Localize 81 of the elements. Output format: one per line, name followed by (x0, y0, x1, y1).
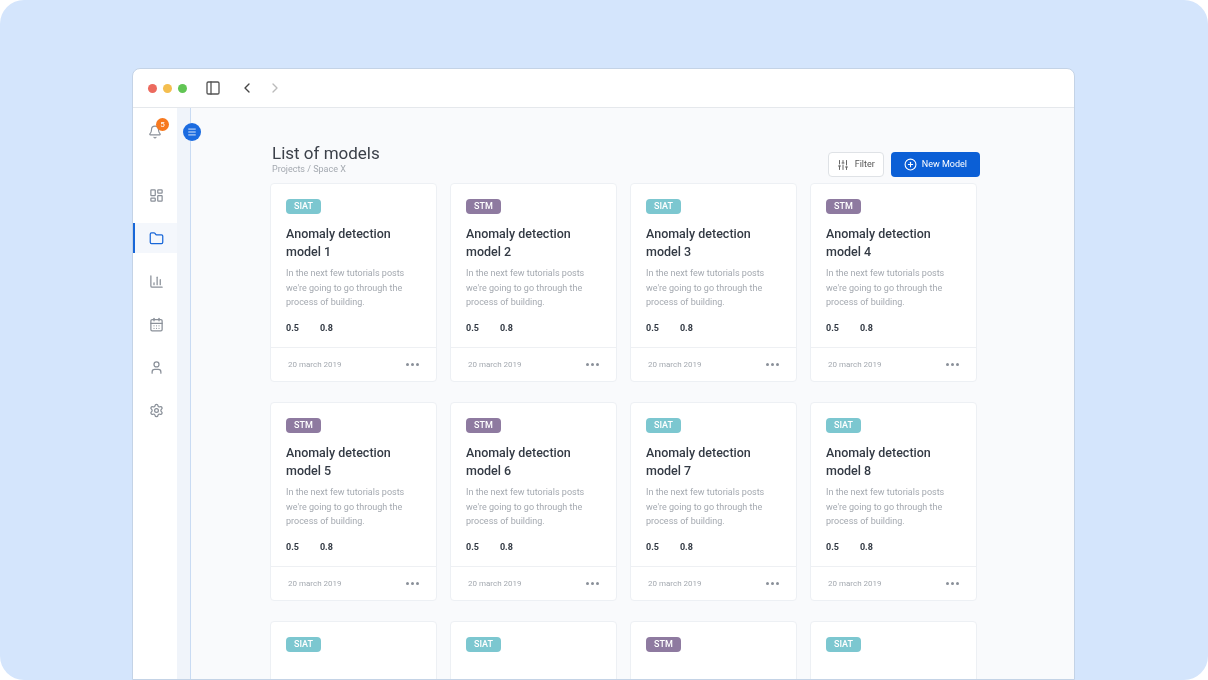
metric-value: 0.5 (646, 321, 659, 335)
card-date: 20 march 2019 (288, 358, 342, 371)
filter-button[interactable]: Filter (827, 152, 884, 177)
model-description: In the next few tutorials posts we're going to go through the process of building. (286, 486, 406, 528)
sidebar-toggle-icon[interactable] (205, 80, 221, 96)
menu-button[interactable] (183, 123, 201, 141)
model-title: Anomaly detection model 8 (826, 444, 932, 480)
metric-value: 0.8 (319, 321, 333, 335)
model-card[interactable]: STM Anomaly detection model 2 In the next few tutorials posts we're going to go through the process of building. 0.5 0.8 20 march 2019 (450, 183, 617, 382)
model-description: In the next few tutorials posts we're going to go through the process of building. (826, 486, 946, 528)
model-title: Anomaly detection model 6 (466, 444, 572, 480)
maximize-window-button[interactable] (178, 83, 187, 93)
model-tag: STM (826, 199, 861, 214)
dashboard-icon (148, 187, 164, 203)
notification-count: 5 (156, 118, 169, 131)
model-tag: SIAT (826, 637, 861, 652)
card-date: 20 march 2019 (828, 577, 882, 590)
model-title: Anomaly detection model 5 (286, 444, 392, 480)
model-title: Anomaly detection model 2 (466, 225, 572, 261)
new-model-button[interactable]: New Model (890, 152, 980, 177)
model-description: In the next few tutorials posts we're going to go through the process of building. (286, 267, 406, 309)
minimize-window-button[interactable] (163, 83, 172, 93)
model-tag: SIAT (466, 637, 501, 652)
sliders-icon (836, 158, 849, 171)
card-date: 20 march 2019 (468, 577, 522, 590)
model-tag: STM (646, 637, 681, 652)
plus-circle-icon (903, 158, 917, 171)
model-description: In the next few tutorials posts we're going to go through the process of building. (466, 486, 586, 528)
page-title: List of models (272, 143, 380, 163)
metric-value: 0.8 (499, 540, 513, 554)
metric-value: 0.5 (286, 540, 299, 554)
metric-value: 0.5 (646, 540, 659, 554)
metric-value: 0.8 (679, 321, 693, 335)
metric-value: 0.8 (499, 321, 513, 335)
metric-value: 0.8 (679, 540, 693, 554)
model-description: In the next few tutorials posts we're going to go through the process of building. (646, 267, 766, 309)
model-tag: SIAT (646, 418, 681, 433)
folder-icon (148, 230, 164, 246)
model-title: Anomaly detection model 7 (646, 444, 752, 480)
model-description: In the next few tutorials posts we're going to go through the process of building. (466, 267, 586, 309)
model-card[interactable]: STM Anomaly detection model 4 In the next few tutorials posts we're going to go through the process of building. 0.5 0.8 20 march 2019 (810, 183, 977, 382)
model-card[interactable]: STM Anomaly detection model 5 In the next few tutorials posts we're going to go through the process of building. 0.5 0.8 20 march 2019 (270, 402, 437, 601)
sidebar-item[interactable] (133, 223, 177, 253)
card-date: 20 march 2019 (648, 358, 702, 371)
model-card[interactable]: STM Anomaly detection model 6 In the next few tutorials posts we're going to go through the process of building. 0.5 0.8 20 march 2019 (450, 402, 617, 601)
model-tag: SIAT (286, 637, 321, 652)
model-card[interactable]: SIAT Anomaly detection model 3 In the next few tutorials posts we're going to go through the process of building. 0.5 0.8 20 march 2019 (630, 183, 797, 382)
model-card[interactable]: SIAT Anomaly detection model 8 In the next few tutorials posts we're going to go through the process of building. 0.5 0.8 20 march 2019 (810, 402, 977, 601)
card-date: 20 march 2019 (828, 358, 882, 371)
metric-value: 0.8 (859, 540, 873, 554)
card-date: 20 march 2019 (648, 577, 702, 590)
settings-icon (148, 402, 164, 418)
bell-icon (148, 125, 162, 139)
model-card[interactable]: STM (630, 621, 797, 679)
model-tag: STM (466, 418, 501, 433)
model-tag: SIAT (286, 199, 321, 214)
card-date: 20 march 2019 (468, 358, 522, 371)
model-title: Anomaly detection model 3 (646, 225, 752, 261)
metric-value: 0.5 (826, 540, 839, 554)
menu-icon (187, 127, 197, 137)
model-tag: STM (286, 418, 321, 433)
model-tag: SIAT (826, 418, 861, 433)
metric-value: 0.5 (466, 540, 479, 554)
metric-value: 0.5 (826, 321, 839, 335)
user-icon (148, 359, 164, 375)
card-date: 20 march 2019 (288, 577, 342, 590)
metric-value: 0.8 (859, 321, 873, 335)
model-card[interactable]: SIAT Anomaly detection model 7 In the next few tutorials posts we're going to go through the process of building. 0.5 0.8 20 march 2019 (630, 402, 797, 601)
metric-value: 0.5 (286, 321, 299, 335)
bar-chart-icon (148, 273, 164, 289)
model-title: Anomaly detection model 4 (826, 225, 932, 261)
calendar-icon (148, 316, 164, 332)
model-card[interactable]: SIAT Anomaly detection model 1 In the next few tutorials posts we're going to go through the process of building. 0.5 0.8 20 march 2019 (270, 183, 437, 382)
model-tag: STM (466, 199, 501, 214)
model-description: In the next few tutorials posts we're going to go through the process of building. (646, 486, 766, 528)
metric-value: 0.5 (466, 321, 479, 335)
close-window-button[interactable] (148, 83, 157, 93)
model-title: Anomaly detection model 1 (286, 225, 392, 261)
metric-value: 0.8 (319, 540, 333, 554)
model-tag: SIAT (646, 199, 681, 214)
model-description: In the next few tutorials posts we're going to go through the process of building. (826, 267, 946, 309)
